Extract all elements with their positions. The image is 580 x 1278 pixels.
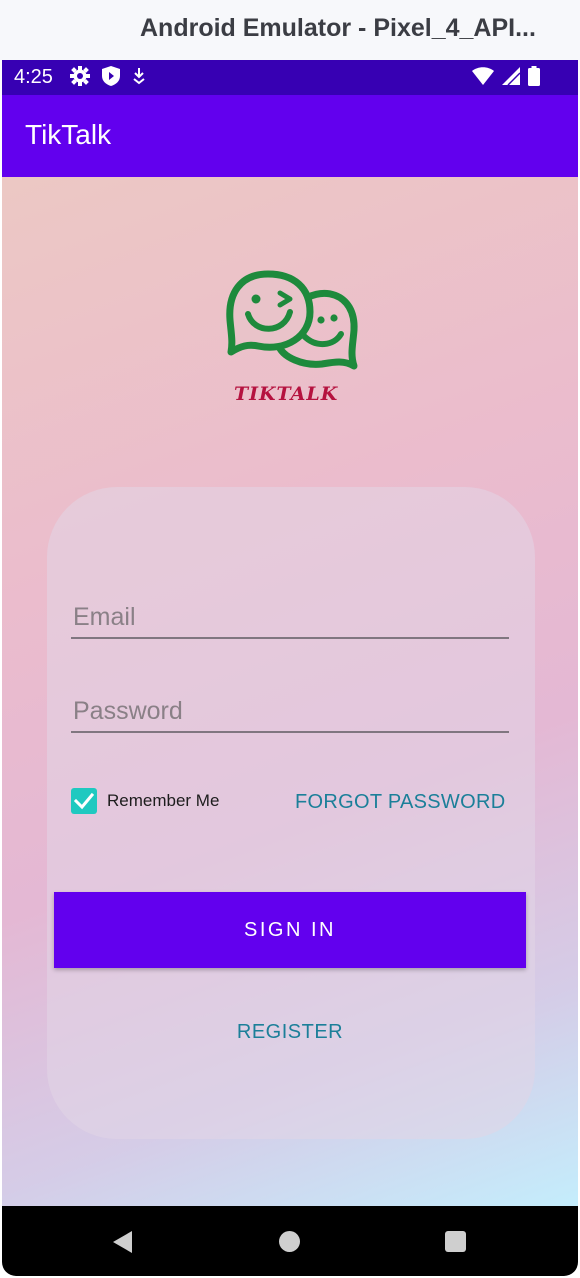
shield-icon: [102, 65, 120, 91]
home-icon[interactable]: [279, 1231, 300, 1252]
app-title: TikTalk: [25, 119, 112, 150]
sign-in-button[interactable]: SIGN IN: [54, 892, 526, 968]
window-title: Android Emulator - Pixel_4_API...: [140, 14, 536, 42]
password-input[interactable]: [71, 691, 511, 731]
app-bar: TikTalk: [2, 95, 578, 177]
recents-icon[interactable]: [445, 1231, 466, 1252]
battery-icon: [528, 65, 540, 91]
device-screen: 4:25 TikTalk TIKTALK Email Remember Me F…: [2, 60, 578, 1276]
password-field[interactable]: [71, 691, 511, 733]
window-title-bar[interactable]: Android Emulator - Pixel_4_API...: [0, 0, 580, 60]
remember-me-label: Remember Me: [107, 791, 220, 810]
signal-icon: [502, 66, 521, 90]
gear-icon: [70, 65, 90, 91]
status-bar: 4:25: [2, 60, 578, 95]
logo-wordmark: TIKTALK: [234, 383, 339, 405]
email-field[interactable]: [71, 597, 511, 639]
register-link[interactable]: REGISTER: [2, 1021, 578, 1044]
back-icon[interactable]: [112, 1230, 134, 1259]
remember-me-checkbox[interactable]: [71, 788, 97, 814]
wifi-icon: [472, 66, 494, 90]
checkmark-icon: [74, 792, 94, 810]
remember-me[interactable]: Remember Me: [71, 787, 219, 815]
navigation-bar: [2, 1206, 578, 1276]
status-time: 4:25: [14, 66, 53, 88]
forgot-password-link[interactable]: FORGOT PASSWORD: [295, 791, 505, 814]
login-screen: TIKTALK Remember Me FORGOT PASSWORD SIGN…: [2, 177, 578, 1206]
email-input[interactable]: [71, 597, 511, 637]
emulator-window: Android Emulator - Pixel_4_API... 4:25 T…: [0, 0, 580, 1278]
download-icon: [132, 67, 146, 90]
